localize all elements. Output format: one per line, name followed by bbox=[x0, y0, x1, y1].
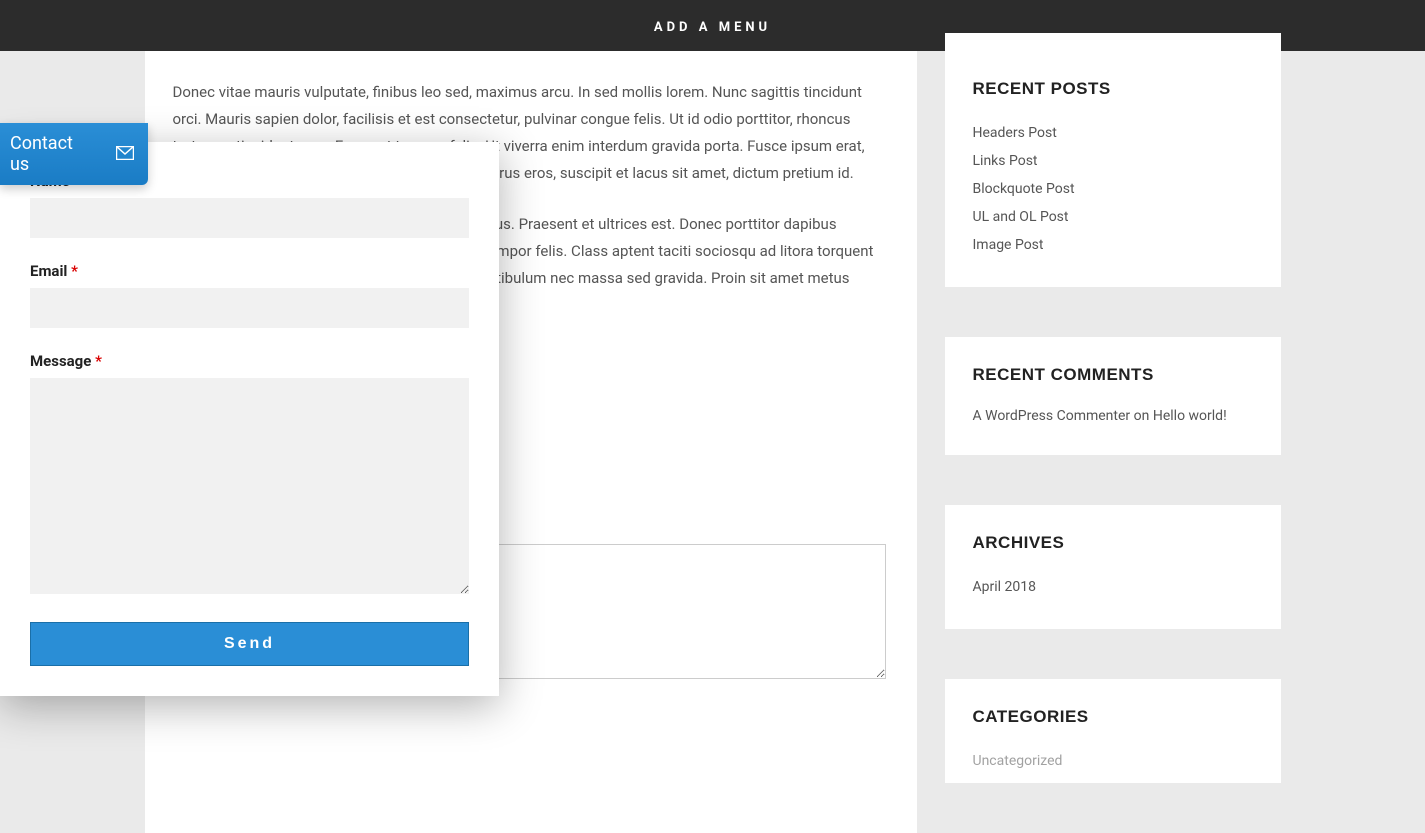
contact-tab-label: Contact us bbox=[10, 133, 76, 175]
recent-post-link[interactable]: Blockquote Post bbox=[973, 181, 1075, 197]
name-field-group: Name bbox=[30, 172, 469, 262]
widget-title: CATEGORIES bbox=[973, 707, 1253, 727]
sidebar: RECENT POSTS Headers Post Links Post Blo… bbox=[945, 51, 1281, 833]
list-item: Headers Post bbox=[973, 119, 1253, 147]
widget-categories: CATEGORIES Uncategorized bbox=[945, 679, 1281, 783]
widget-title: ARCHIVES bbox=[973, 533, 1253, 553]
commenter-link[interactable]: A WordPress Commenter bbox=[973, 408, 1131, 424]
list-item: April 2018 bbox=[973, 573, 1253, 601]
list-item: Image Post bbox=[973, 231, 1253, 259]
recent-post-link[interactable]: Headers Post bbox=[973, 125, 1057, 141]
message-label: Message * bbox=[30, 352, 469, 370]
recent-posts-list: Headers Post Links Post Blockquote Post … bbox=[973, 119, 1253, 259]
category-link[interactable]: Uncategorized bbox=[973, 753, 1063, 769]
message-textarea[interactable] bbox=[30, 378, 469, 594]
email-label: Email * bbox=[30, 262, 469, 280]
required-mark: * bbox=[71, 262, 78, 280]
message-field-group: Message * bbox=[30, 352, 469, 622]
list-item: Links Post bbox=[973, 147, 1253, 175]
widget-title: RECENT COMMENTS bbox=[973, 365, 1253, 385]
add-menu-link[interactable]: ADD A MENU bbox=[654, 20, 771, 35]
on-separator: on bbox=[1130, 408, 1153, 424]
message-label-text: Message bbox=[30, 352, 91, 370]
required-mark: * bbox=[95, 352, 102, 370]
list-item: Uncategorized bbox=[973, 747, 1253, 775]
categories-list: Uncategorized bbox=[973, 747, 1253, 775]
recent-post-link[interactable]: UL and OL Post bbox=[973, 209, 1069, 225]
widget-archives: ARCHIVES April 2018 bbox=[945, 505, 1281, 629]
name-input[interactable] bbox=[30, 198, 469, 238]
archives-list: April 2018 bbox=[973, 573, 1253, 601]
widget-recent-posts: RECENT POSTS Headers Post Links Post Blo… bbox=[945, 33, 1281, 287]
widget-title: RECENT POSTS bbox=[973, 79, 1253, 99]
contact-us-tab[interactable]: Contact us bbox=[0, 123, 148, 185]
recent-post-link[interactable]: Links Post bbox=[973, 153, 1038, 169]
email-field-group: Email * bbox=[30, 262, 469, 352]
envelope-icon bbox=[116, 144, 134, 165]
widget-recent-comments: RECENT COMMENTS A WordPress Commenter on… bbox=[945, 337, 1281, 455]
recent-post-link[interactable]: Image Post bbox=[973, 237, 1044, 253]
list-item: Blockquote Post bbox=[973, 175, 1253, 203]
email-input[interactable] bbox=[30, 288, 469, 328]
contact-form-popup: Name Email * Message * Send bbox=[0, 142, 499, 696]
archive-link[interactable]: April 2018 bbox=[973, 579, 1037, 595]
send-button[interactable]: Send bbox=[30, 622, 469, 666]
comment-target-link[interactable]: Hello world! bbox=[1153, 408, 1227, 424]
list-item: UL and OL Post bbox=[973, 203, 1253, 231]
email-label-text: Email bbox=[30, 262, 67, 280]
recent-comment-item: A WordPress Commenter on Hello world! bbox=[973, 405, 1253, 427]
